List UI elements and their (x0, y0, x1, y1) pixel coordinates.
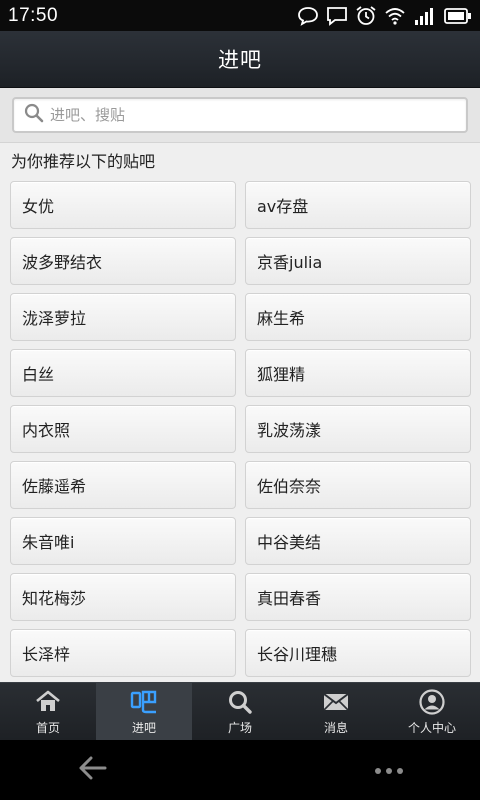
forum-tile[interactable]: 白丝 (10, 349, 236, 397)
page-title: 进吧 (218, 48, 262, 72)
tab-label: 个人中心 (407, 720, 456, 735)
tab-label: 广场 (227, 720, 252, 735)
more-dots-icon[interactable] (374, 761, 404, 780)
forum-tile[interactable]: 知花梅莎 (10, 573, 236, 621)
forum-tile[interactable]: 京香julia (245, 237, 471, 285)
chat-bubble-icon (297, 6, 319, 26)
forum-tile[interactable]: 内衣照 (10, 405, 236, 453)
forum-tile[interactable]: av存盘 (245, 181, 471, 229)
signal-icon (413, 6, 437, 26)
forum-tile[interactable]: 女优 (10, 181, 236, 229)
tab-label: 进吧 (131, 720, 156, 735)
search-box[interactable] (12, 97, 468, 133)
home-icon (34, 689, 62, 718)
forum-tile[interactable]: 朱音唯i (10, 517, 236, 565)
mail-icon (322, 689, 350, 718)
ba-icon (130, 689, 158, 718)
tab-square[interactable]: 广场 (192, 683, 288, 740)
search-area (0, 88, 480, 143)
tab-home[interactable]: 首页 (0, 683, 96, 740)
tab-label: 消息 (323, 720, 348, 735)
back-arrow-icon[interactable] (78, 755, 108, 785)
forum-tile[interactable]: 佐伯奈奈 (245, 461, 471, 509)
status-icons (297, 5, 472, 26)
status-time: 17:50 (8, 4, 59, 26)
battery-icon (444, 7, 472, 25)
forum-tile[interactable]: 波多野结衣 (10, 237, 236, 285)
forum-tile[interactable]: 长谷川理穗 (245, 629, 471, 677)
forum-tile[interactable]: 泷泽萝拉 (10, 293, 236, 341)
status-bar: 17:50 (0, 0, 480, 31)
forum-tile[interactable]: 佐藤遥希 (10, 461, 236, 509)
forum-tile[interactable]: 麻生希 (245, 293, 471, 341)
tab-profile[interactable]: 个人中心 (384, 683, 480, 740)
recommend-grid: 女优 av存盘 波多野结衣 京香julia 泷泽萝拉 麻生希 白丝 狐狸精 内衣… (0, 181, 480, 677)
profile-icon (418, 688, 446, 718)
forum-tile[interactable]: 真田春香 (245, 573, 471, 621)
tab-label: 首页 (35, 720, 60, 735)
search-input[interactable] (50, 106, 466, 124)
content-area[interactable]: 为你推荐以下的贴吧 女优 av存盘 波多野结衣 京香julia 泷泽萝拉 麻生希… (0, 88, 480, 682)
search-icon (24, 103, 44, 127)
tab-messages[interactable]: 消息 (288, 683, 384, 740)
nav-bar (0, 740, 480, 800)
search-icon (226, 689, 254, 718)
forum-tile[interactable]: 乳波荡漾 (245, 405, 471, 453)
alarm-icon (355, 5, 377, 26)
forum-tile[interactable]: 中谷美结 (245, 517, 471, 565)
forum-tile[interactable]: 长泽梓 (10, 629, 236, 677)
recommend-heading: 为你推荐以下的贴吧 (11, 152, 156, 171)
title-bar: 进吧 (0, 31, 480, 88)
message-icon (326, 6, 348, 26)
forum-tile[interactable]: 狐狸精 (245, 349, 471, 397)
wifi-icon (384, 6, 406, 26)
tab-jinba[interactable]: 进吧 (96, 683, 192, 740)
tab-bar: 首页 进吧 广场 消息 个人中心 (0, 682, 480, 740)
